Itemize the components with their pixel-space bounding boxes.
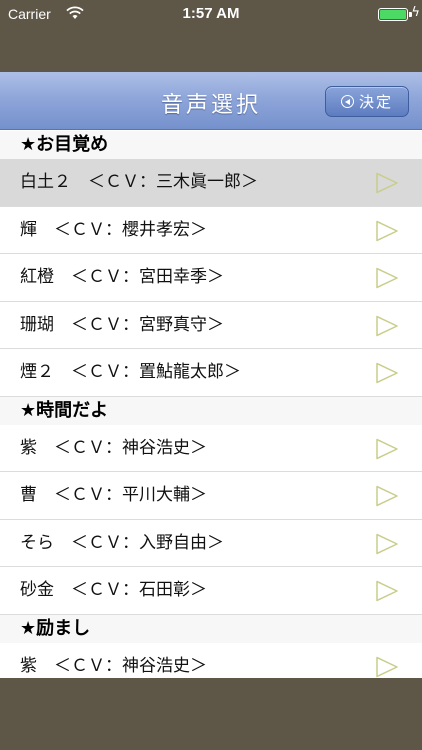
voice-label: 輝 ＜ＣＶ：櫻井孝宏＞ <box>20 219 207 240</box>
voice-label: 曹 ＜ＣＶ：平川大輔＞ <box>20 485 207 505</box>
confirm-button-label: 決定 <box>358 93 393 111</box>
play-icon[interactable] <box>375 656 399 678</box>
section-header: ★お目覚め <box>0 131 422 159</box>
voice-label: そら ＜ＣＶ：入野自由＞ <box>20 532 224 553</box>
voice-row[interactable]: 紫 ＜ＣＶ：神谷浩史＞ <box>0 424 422 472</box>
section-header: ★励まし <box>0 614 422 643</box>
voice-label: 紫 ＜ＣＶ：神谷浩史＞ <box>20 655 207 676</box>
voice-label: 紅橙 ＜ＣＶ：宮田幸季＞ <box>20 267 224 287</box>
voice-label: 珊瑚 ＜ＣＶ：宮野真守＞ <box>20 314 224 335</box>
play-icon[interactable] <box>375 438 399 460</box>
voice-row[interactable]: 曹 ＜ＣＶ：平川大輔＞ <box>0 472 422 520</box>
voice-row[interactable]: そら ＜ＣＶ：入野自由＞ <box>0 519 422 567</box>
navigation-bar: 音声選択 決定 <box>0 72 422 130</box>
play-icon[interactable] <box>375 362 399 384</box>
voice-row[interactable]: 輝 ＜ＣＶ：櫻井孝宏＞ <box>0 206 422 254</box>
voice-row[interactable]: 珊瑚 ＜ＣＶ：宮野真守＞ <box>0 301 422 349</box>
back-arrow-icon <box>340 95 354 108</box>
voice-row[interactable]: 紅橙 ＜ＣＶ：宮田幸季＞ <box>0 254 422 302</box>
clock: 1:57 AM <box>182 5 240 22</box>
play-icon[interactable] <box>375 485 399 507</box>
play-icon[interactable] <box>375 580 399 602</box>
voice-row[interactable]: 紫 ＜ＣＶ：神谷浩史＞ <box>0 642 422 678</box>
confirm-button[interactable]: 決定 <box>325 86 409 117</box>
play-icon[interactable] <box>375 267 399 289</box>
voice-label: 煙２ ＜ＣＶ：置鮎龍太郎＞ <box>20 362 241 382</box>
status-bar: Carrier 1:57 AM ϟ <box>0 0 422 30</box>
battery-icon <box>378 8 408 21</box>
voice-list: ★お目覚め白土２ ＜ＣＶ：三木眞一郎＞ 輝 ＜ＣＶ：櫻井孝宏＞ 紅橙 ＜ＣＶ：宮田幸… <box>0 131 422 678</box>
voice-label: 紫 ＜ＣＶ：神谷浩史＞ <box>20 437 207 458</box>
voice-row[interactable]: 煙２ ＜ＣＶ：置鮎龍太郎＞ <box>0 349 422 397</box>
voice-row[interactable]: 白土２ ＜ＣＶ：三木眞一郎＞ <box>0 159 422 207</box>
play-icon[interactable] <box>375 172 399 194</box>
charging-icon: ϟ <box>411 5 420 20</box>
section-header: ★時間だよ <box>0 396 422 425</box>
play-icon[interactable] <box>375 315 399 337</box>
voice-label: 砂金 ＜ＣＶ：石田彰＞ <box>20 580 207 600</box>
play-icon[interactable] <box>375 533 399 555</box>
voice-row[interactable]: 砂金 ＜ＣＶ：石田彰＞ <box>0 567 422 615</box>
voice-label: 白土２ ＜ＣＶ：三木眞一郎＞ <box>20 172 258 192</box>
voice-select-screen: 音声選択 決定 ★お目覚め白土２ ＜ＣＶ：三木眞一郎＞ 輝 ＜ＣＶ：櫻井孝宏＞ 紅橙… <box>0 72 422 678</box>
play-icon[interactable] <box>375 220 399 242</box>
